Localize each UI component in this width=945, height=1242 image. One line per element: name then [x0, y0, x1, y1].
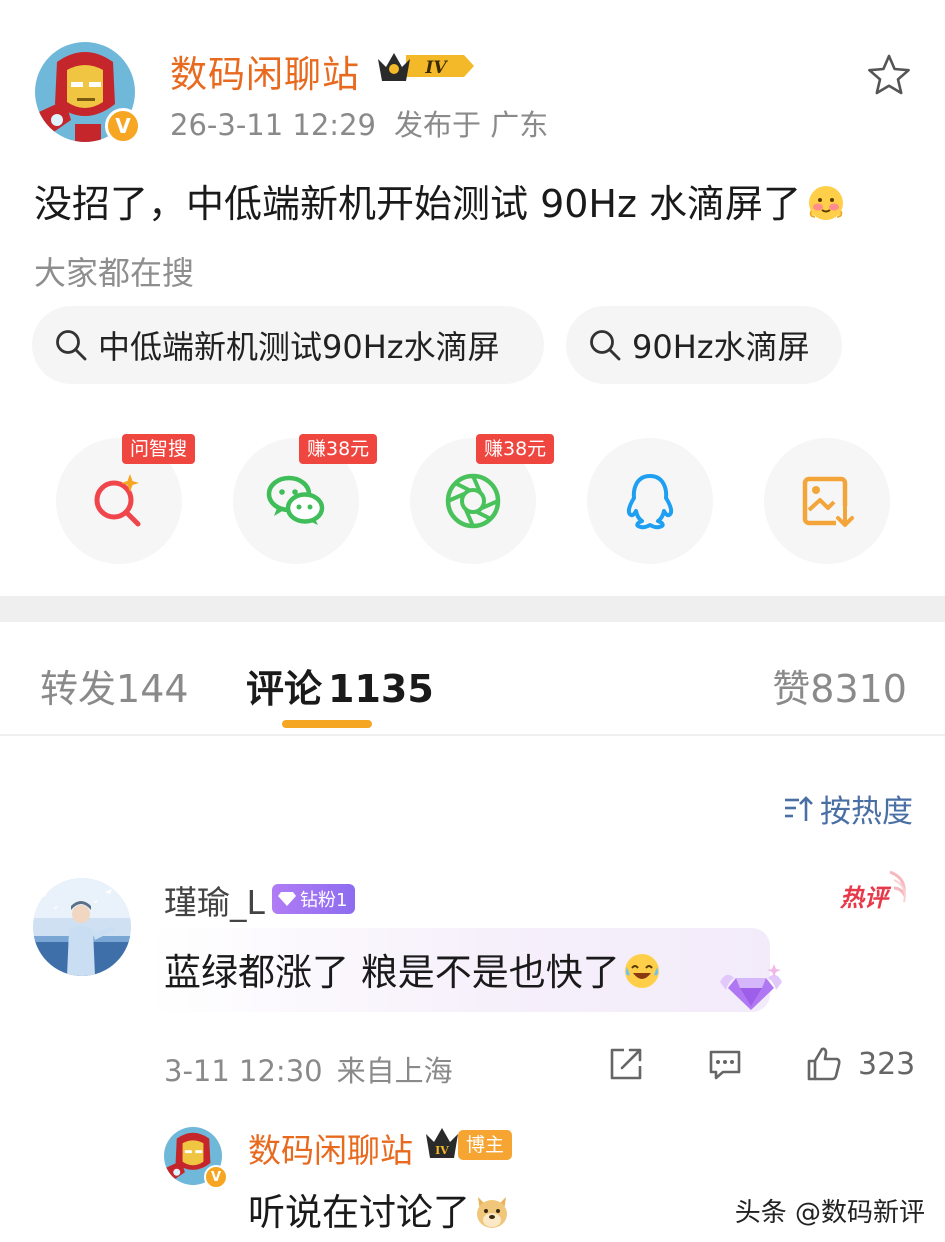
share-wechat-button[interactable]: 赚38元: [233, 434, 378, 564]
post-meta: 26-3-11 12:29 发布于 广东: [170, 102, 548, 144]
reply-author-avatar[interactable]: V: [164, 1127, 228, 1189]
tab-like-label: 赞: [772, 667, 811, 711]
post-text: 没招了，中低端新机开始测试 90Hz 水滴屏了: [34, 182, 802, 226]
laugh-cry-emoji-icon: [624, 954, 659, 988]
comment-like-count: 323: [858, 1046, 916, 1082]
comment-location: 来自上海: [336, 1054, 453, 1088]
search-chip-2-label: 90Hz水滴屏: [632, 328, 810, 366]
share-tag: 赚38元: [476, 434, 555, 464]
diamond-icon: [278, 892, 296, 906]
fan-level-label: 钻粉1: [300, 890, 348, 911]
sort-button[interactable]: 按热度: [782, 786, 913, 831]
share-icon: [610, 1048, 642, 1080]
comment-reply-button[interactable]: [705, 1044, 745, 1084]
thumbs-up-icon: [807, 1047, 841, 1081]
doge-emoji-icon: [477, 1197, 507, 1228]
diamond-fan-gem-icon: [720, 964, 782, 1010]
tab-like[interactable]: 赞8310: [772, 658, 907, 713]
comment-body: 蓝绿都涨了 粮是不是也快了: [164, 942, 662, 996]
tab-comment-count: 1135: [328, 667, 434, 711]
post-time: 26-3-11 12:29: [170, 108, 376, 142]
comment-like-button[interactable]: 323: [804, 1044, 915, 1084]
share-save-image-button[interactable]: [764, 438, 890, 564]
section-divider: [0, 596, 945, 622]
search-icon: [56, 330, 87, 361]
search-icon: [590, 330, 621, 361]
wechat-icon: [266, 475, 325, 525]
crown-level-icon: IV: [426, 1128, 458, 1158]
ai-search-icon: [94, 474, 141, 527]
search-chip-2[interactable]: 90Hz水滴屏: [566, 306, 842, 384]
blush-emoji-icon: [809, 186, 844, 220]
verified-badge: V: [105, 108, 141, 144]
tab-repost[interactable]: 转发144: [40, 658, 189, 713]
share-tag: 问智搜: [122, 434, 196, 464]
verified-badge: V: [204, 1165, 228, 1189]
blogger-badge: 博主: [458, 1130, 513, 1160]
author-name[interactable]: 数码闲聊站: [170, 44, 360, 98]
favorite-star-icon[interactable]: [866, 52, 912, 98]
share-qq-button[interactable]: [587, 438, 713, 564]
reply-author-name[interactable]: 数码闲聊站: [248, 1124, 413, 1172]
interaction-tabs: 转发144 评论 1135 赞8310: [0, 622, 945, 736]
post-body: 没招了，中低端新机开始测试 90Hz 水滴屏了: [34, 173, 847, 228]
hot-comment-tag: 热评: [839, 870, 906, 912]
comment-text: 蓝绿都涨了 粮是不是也快了: [164, 951, 620, 994]
avatar-image: [33, 878, 131, 976]
commenter-avatar[interactable]: [33, 878, 131, 976]
author-avatar[interactable]: V: [35, 42, 141, 144]
post-location: 发布于 广东: [393, 108, 549, 142]
crown-level-badge: IV: [378, 53, 474, 81]
share-ai-search-button[interactable]: 问智搜: [56, 434, 196, 564]
sort-icon: [785, 795, 813, 821]
comment-meta: 3-11 12:30 来自上海: [164, 1048, 453, 1090]
search-chip-1[interactable]: 中低端新机测试90Hz水滴屏: [32, 306, 544, 384]
active-tab-indicator: [282, 720, 372, 728]
tab-comment[interactable]: 评论 1135: [246, 658, 434, 713]
moments-icon: [445, 473, 501, 529]
save-image-icon: [802, 476, 854, 528]
comment-icon: [709, 1050, 741, 1080]
level-text: IV: [424, 58, 448, 78]
search-chip-1-label: 中低端新机测试90Hz水滴屏: [98, 328, 500, 366]
post-card: V 数码闲聊站 IV 26-3-11 12:29 发布于 广东 没招了，中低端新机…: [0, 0, 945, 596]
trending-search-label: 大家都在搜: [34, 254, 195, 292]
tab-like-count: 8310: [810, 667, 907, 711]
watermark-text: 头条 @数码新评: [734, 1198, 925, 1228]
tab-repost-label: 转发: [40, 667, 117, 711]
share-moments-button[interactable]: 赚38元: [410, 434, 555, 564]
comment-time: 3-11 12:30: [164, 1054, 323, 1088]
comment-share-button[interactable]: [606, 1044, 646, 1084]
sort-label: 按热度: [820, 794, 913, 830]
qq-icon: [626, 474, 674, 530]
hot-comment-label: 热评: [839, 884, 892, 912]
reply-body: 听说在讨论了: [248, 1182, 512, 1236]
reply-level-text: IV: [435, 1144, 449, 1157]
fan-level-badge: 钻粉1: [272, 884, 356, 914]
reply-text: 听说在讨论了: [248, 1191, 470, 1234]
share-tag: 赚38元: [299, 434, 378, 464]
tab-repost-count: 144: [116, 667, 189, 711]
tab-comment-label: 评论: [246, 667, 323, 711]
commenter-name[interactable]: 瑾瑜_L: [164, 876, 265, 924]
